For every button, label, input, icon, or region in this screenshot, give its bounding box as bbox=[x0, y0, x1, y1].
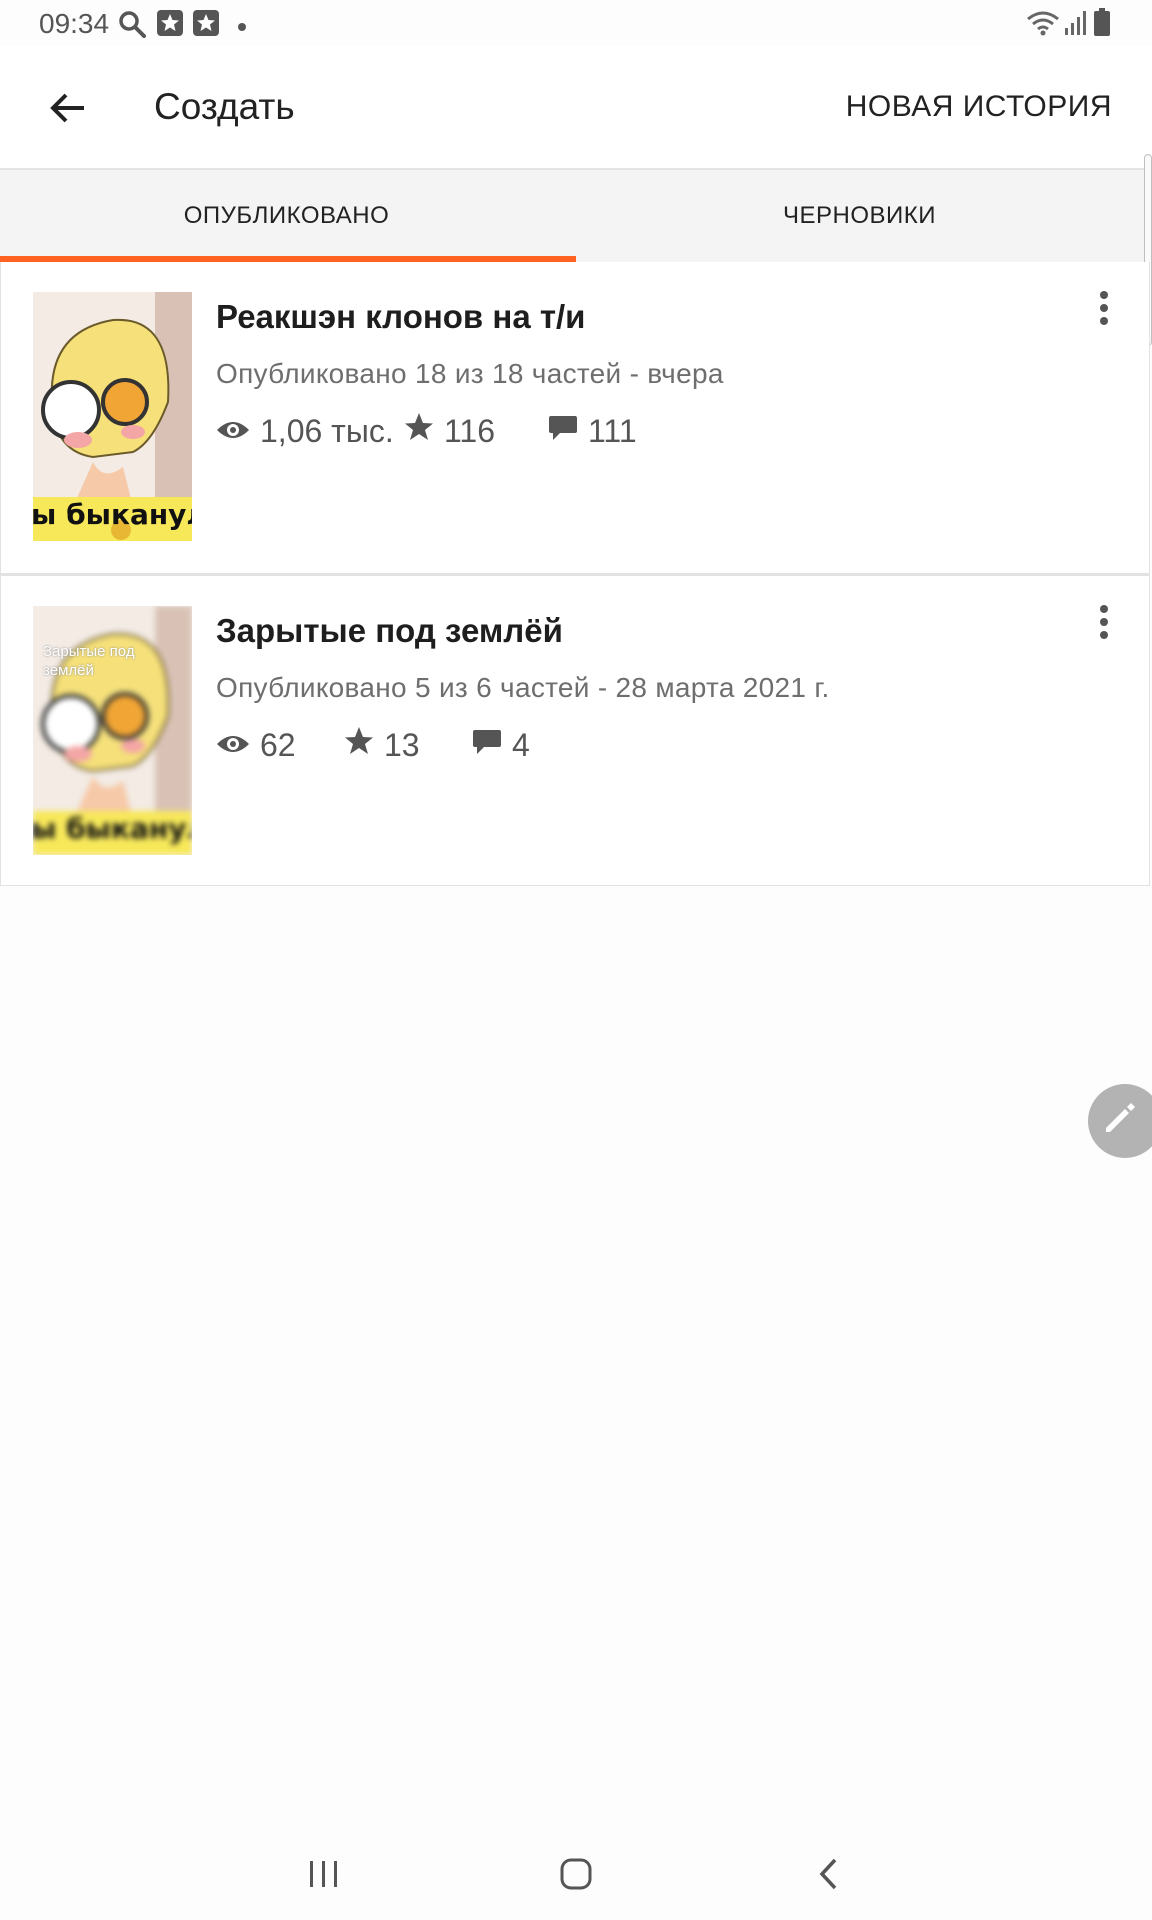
app-bar: Создать НОВАЯ ИСТОРИЯ bbox=[0, 46, 1152, 170]
arrow-left-icon bbox=[50, 92, 86, 129]
more-options-button[interactable] bbox=[1089, 290, 1119, 330]
views-stat: 1,06 тыс. bbox=[216, 413, 404, 450]
story-title[interactable]: Зарытые под землёй bbox=[216, 612, 563, 650]
signal-icon bbox=[1064, 10, 1088, 41]
app-notification-icon bbox=[193, 10, 219, 41]
cover-text: ы быканул bbox=[33, 498, 192, 531]
wifi-icon bbox=[1026, 10, 1060, 41]
votes-count: 116 bbox=[444, 412, 496, 449]
story-card[interactable]: ы быканул Реакшэн клонов на т/и Опублико… bbox=[0, 262, 1150, 574]
new-story-button[interactable]: НОВАЯ ИСТОРИЯ bbox=[846, 90, 1112, 124]
more-vertical-icon bbox=[1099, 290, 1109, 330]
story-card[interactable]: ы быканул Зарытые под землёй Зарытые под… bbox=[0, 574, 1150, 886]
tab-bar: ОПУБЛИКОВАНО ЧЕРНОВИКИ bbox=[0, 170, 1146, 263]
eye-icon bbox=[216, 413, 260, 450]
eye-icon bbox=[216, 727, 260, 764]
home-button[interactable] bbox=[546, 1846, 606, 1906]
cover-caption: Зарытые под землёй bbox=[43, 643, 135, 679]
system-nav-bar bbox=[0, 1830, 1152, 1920]
recent-apps-button[interactable] bbox=[294, 1846, 354, 1906]
back-button[interactable] bbox=[36, 82, 100, 138]
votes-stat: 13 bbox=[344, 726, 472, 764]
battery-icon bbox=[1094, 8, 1110, 41]
status-time: 09:34 bbox=[39, 8, 110, 39]
comments-count: 4 bbox=[512, 726, 530, 763]
comments-count: 111 bbox=[588, 412, 637, 449]
more-vertical-icon bbox=[1099, 604, 1109, 644]
comments-stat: 4 bbox=[472, 727, 530, 764]
recent-apps-icon bbox=[307, 1859, 341, 1894]
dot-icon bbox=[238, 18, 246, 36]
story-stats: 62 13 4 bbox=[216, 726, 530, 764]
nav-back-button[interactable] bbox=[799, 1846, 859, 1906]
views-count: 1,06 тыс. bbox=[260, 412, 394, 449]
votes-stat: 116 bbox=[404, 412, 548, 450]
status-bar: 09:34 bbox=[0, 0, 1152, 46]
story-stats: 1,06 тыс. 116 111 bbox=[216, 412, 637, 450]
story-title[interactable]: Реакшэн клонов на т/и bbox=[216, 298, 585, 336]
more-options-button[interactable] bbox=[1089, 604, 1119, 644]
tab-published[interactable]: ОПУБЛИКОВАНО bbox=[0, 170, 576, 262]
app-notification-icon bbox=[157, 10, 183, 41]
home-icon bbox=[559, 1857, 593, 1896]
page-title: Создать bbox=[154, 86, 295, 127]
views-count: 62 bbox=[260, 726, 296, 763]
app-screen: 09:34 Создать НОВАЯ ИСТОРИЯ ОПУБЛИКОВАНО… bbox=[0, 0, 1152, 1920]
cover-text: ы быканул bbox=[33, 812, 192, 845]
write-fab-button[interactable] bbox=[1088, 1084, 1152, 1158]
story-cover-image[interactable]: ы быканул bbox=[33, 292, 192, 541]
tab-drafts[interactable]: ЧЕРНОВИКИ bbox=[573, 170, 1146, 262]
back-icon bbox=[817, 1857, 841, 1896]
story-publish-info: Опубликовано 5 из 6 частей - 28 марта 20… bbox=[216, 672, 830, 703]
star-icon bbox=[404, 412, 444, 450]
pencil-icon bbox=[1102, 1102, 1136, 1141]
story-list: ы быканул Реакшэн клонов на т/и Опублико… bbox=[0, 262, 1152, 886]
search-icon bbox=[118, 10, 146, 43]
story-publish-info: Опубликовано 18 из 18 частей - вчера bbox=[216, 358, 724, 389]
story-cover-image[interactable]: ы быканул Зарытые под землёй bbox=[33, 606, 192, 855]
comments-stat: 111 bbox=[548, 413, 637, 450]
votes-count: 13 bbox=[384, 726, 420, 763]
views-stat: 62 bbox=[216, 727, 344, 764]
comment-icon bbox=[472, 727, 512, 764]
star-icon bbox=[344, 726, 384, 764]
comment-icon bbox=[548, 413, 588, 450]
